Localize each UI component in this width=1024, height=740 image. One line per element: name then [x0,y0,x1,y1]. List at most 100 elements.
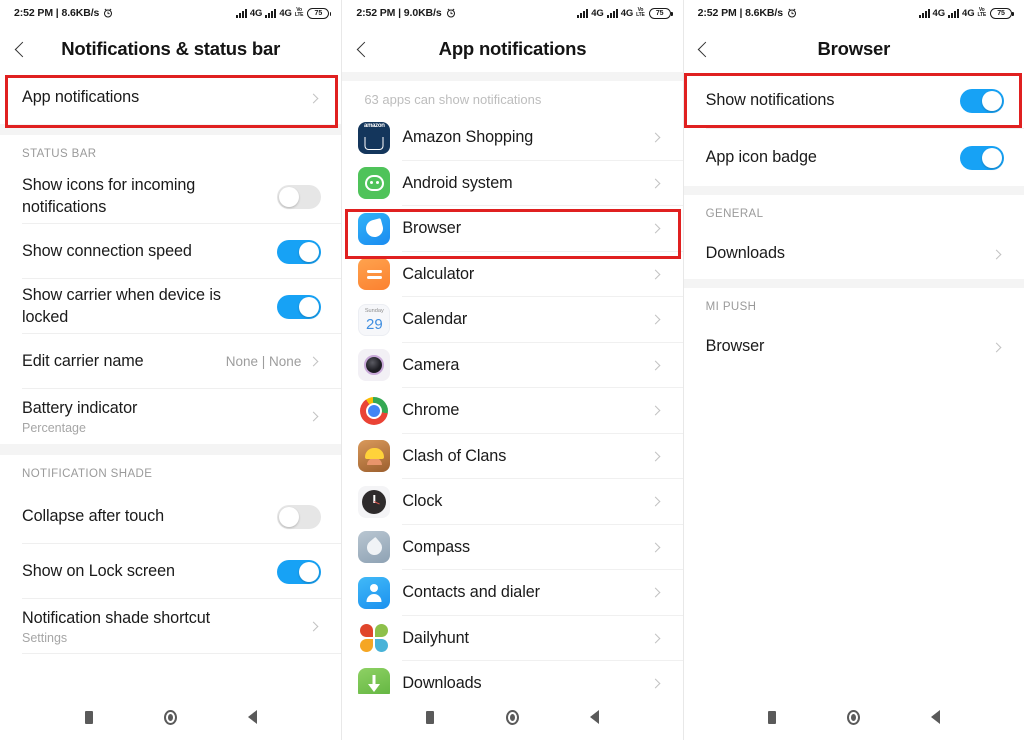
row-label: Show icons for incoming notifications [22,176,196,216]
row-main: Show carrier when device is locked [22,285,277,327]
page-title-panel2: App notifications [438,38,587,59]
app-row-android-system[interactable]: Android system [342,160,683,206]
row-show-icons-incoming[interactable]: Show icons for incoming notifications [0,169,342,224]
row-show-on-lock-screen[interactable]: Show on Lock screen [0,544,342,599]
alarm-clock-icon [446,8,455,18]
app-label: Camera [402,355,460,374]
app-row-clash-of-clans[interactable]: Clash of Clans [342,433,683,479]
back-button-panel1[interactable] [0,26,44,72]
app-row-clock[interactable]: Clock [342,479,683,525]
row-edit-carrier-name[interactable]: Edit carrier name None | None [0,334,342,389]
row-app-notifications[interactable]: App notifications [0,72,342,124]
app-row-browser[interactable]: Browser [342,206,683,252]
row-sublabel: Percentage [22,421,86,436]
row-show-notifications[interactable]: Show notifications [683,72,1024,129]
status-bar-left: 2:52 PM | 9.0KB/s [356,7,455,19]
back-chevron-icon [14,41,30,57]
status-time-and-speed: 2:52 PM | 8.6KB/s [697,7,783,19]
app-row-amazon-shopping[interactable]: amazon Amazon Shopping [342,115,683,161]
row-value-carrier: None | None [225,354,302,369]
app-row-contacts-and-dialer[interactable]: Contacts and dialer [342,570,683,616]
recents-square-icon[interactable] [80,708,98,726]
chevron-right-icon [650,633,661,644]
toggle-show-connection-speed[interactable] [277,239,322,264]
app-row-calculator[interactable]: Calculator [342,251,683,297]
app-label: Downloads [402,674,482,693]
alarm-clock-icon [104,8,113,18]
battery-percent-text: 75 [314,9,323,17]
signal-bars-icon-1 [235,8,247,18]
title-bar-panel3: Browser [683,26,1024,72]
status-bar-panel2: 2:52 PM | 9.0KB/s 4G 4G Vo LTE 75 [342,0,682,26]
home-circle-icon[interactable] [162,708,180,726]
row-label: Downloads [705,244,785,263]
row-battery-indicator[interactable]: Battery indicator Percentage [0,389,342,444]
toggle-show-carrier-locked[interactable] [277,294,322,319]
settings-list-panel1: App notifications STATUS BAR Show icons … [0,72,342,694]
app-row-calendar[interactable]: Sunday 29 Calendar [342,297,683,343]
chevron-right-icon [650,223,661,234]
back-triangle-icon[interactable] [927,708,945,726]
app-row-dailyhunt[interactable]: Dailyhunt [342,615,683,661]
toggle-knob [299,296,320,317]
row-mi-push-browser[interactable]: Browser [683,322,1024,372]
row-main: Show connection speed [22,241,277,262]
status-bar-left: 2:52 PM | 8.6KB/s [698,7,797,19]
dailyhunt-icon [358,622,391,655]
apps-count-note: 63 apps can show notifications [342,81,683,115]
status-bar-right: 4G 4G Vo LTE 75 [235,7,332,19]
back-button-panel2[interactable] [342,26,386,72]
toggle-show-icons-incoming[interactable] [277,184,322,209]
row-downloads[interactable]: Downloads [683,229,1024,279]
network-label-1: 4G [932,7,946,19]
app-label: Dailyhunt [402,628,469,647]
row-show-carrier-locked[interactable]: Show carrier when device is locked [0,279,342,334]
recents-square-icon[interactable] [421,708,439,726]
app-row-compass[interactable]: Compass [342,524,683,570]
chevron-right-icon [991,249,1002,259]
row-label: Browser [705,337,765,356]
section-heading-notification-shade: NOTIFICATION SHADE [0,455,342,489]
status-time-and-speed: 2:52 PM | 9.0KB/s [356,7,442,19]
app-label: Android system [402,173,513,192]
status-bar-right: 4G 4G Vo LTE 75 [577,7,673,19]
chevron-right-icon [650,496,661,507]
section-divider [683,186,1024,195]
home-circle-icon[interactable] [845,708,863,726]
row-main: App icon badge [706,147,960,168]
home-circle-icon[interactable] [503,708,521,726]
row-label: Collapse after touch [22,506,164,525]
app-row-camera[interactable]: Camera [342,342,683,388]
back-triangle-icon[interactable] [585,708,603,726]
recents-square-icon[interactable] [763,708,781,726]
status-bar-panel1: 2:52 PM | 8.6KB/s 4G 4G Vo LTE 75 [0,0,341,26]
row-main: Show on Lock screen [22,561,277,582]
app-row-chrome[interactable]: Chrome [342,388,683,434]
row-app-icon-badge[interactable]: App icon badge [683,129,1024,186]
three-panel-screenshot-composite: 2:52 PM | 8.6KB/s 4G 4G Vo LTE 75 Notifi… [0,0,1024,740]
status-bar-right: 4G 4G Vo LTE 75 [918,7,1014,19]
back-chevron-icon [356,41,373,57]
status-bar-left: 2:52 PM | 8.6KB/s [14,7,113,19]
back-triangle-icon[interactable] [244,708,262,726]
row-collapse-after-touch[interactable]: Collapse after touch [0,489,342,544]
toggle-knob [299,561,320,582]
row-label: Notification shade shortcut [22,608,211,627]
row-notification-shade-shortcut[interactable]: Notification shade shortcut Settings [0,599,342,654]
row-show-connection-speed[interactable]: Show connection speed [0,224,342,279]
chevron-right-icon [650,678,661,689]
chevron-right-icon [650,314,661,325]
toggle-collapse-after-touch[interactable] [277,504,322,529]
toggle-show-notifications[interactable] [959,88,1004,113]
toggle-app-icon-badge[interactable] [959,145,1004,170]
section-divider [342,72,683,81]
chevron-right-icon [650,132,661,143]
toggle-show-on-lock-screen[interactable] [277,559,322,584]
chevron-right-icon [650,405,661,416]
app-label: Chrome [402,401,460,420]
app-label: Contacts and dialer [402,583,540,602]
app-row-downloads[interactable]: Downloads [342,661,683,694]
chevron-right-icon [308,93,319,103]
row-main: Browser [706,336,993,357]
back-button-panel3[interactable] [684,26,728,72]
